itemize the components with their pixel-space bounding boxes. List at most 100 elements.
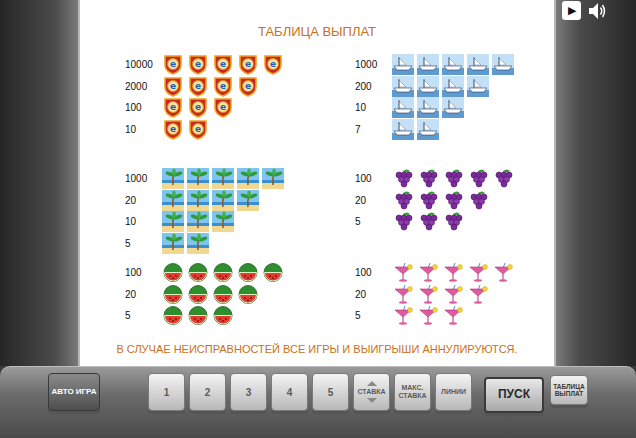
payout-row: 10ee [125, 119, 355, 141]
shield-icon: e [212, 54, 234, 75]
svg-text:e: e [245, 60, 251, 70]
paytable-button[interactable]: ТАБЛИЦА ВЫПЛАТ [550, 375, 588, 405]
ship-icon [392, 54, 414, 75]
lines-button[interactable]: ЛИНИИ [435, 373, 472, 411]
cocktail-icon [442, 284, 464, 305]
number-button[interactable]: 5 [312, 373, 349, 411]
payout-value: 100 [125, 267, 162, 278]
payout-row: 20 [355, 284, 555, 306]
payout-value: 20 [125, 195, 162, 206]
watermelon-icon [187, 262, 209, 283]
arrow-down-icon [367, 398, 377, 403]
symbol-set [162, 284, 259, 305]
number-button[interactable]: 4 [271, 373, 308, 411]
speaker-icon[interactable] [587, 1, 607, 21]
payout-value: 5 [125, 310, 162, 321]
watermelon-icon [162, 262, 184, 283]
ship-icon [392, 97, 414, 118]
payout-row: 20 [355, 190, 555, 212]
payout-value: 10 [125, 216, 162, 227]
symbol-set: eee [162, 97, 234, 118]
svg-text:e: e [270, 60, 276, 70]
cocktail-icon [492, 262, 514, 283]
shield-icon: e [212, 76, 234, 97]
payout-value: 5 [355, 216, 392, 227]
payout-value: 100 [355, 267, 392, 278]
play-button[interactable]: ▶ [562, 1, 581, 20]
ship-icon [417, 97, 439, 118]
palm-icon [162, 168, 184, 189]
payout-value: 1000 [355, 59, 392, 70]
symbol-set: eeeee [162, 54, 284, 75]
payout-row: 20 [125, 284, 355, 306]
palm-icon [162, 190, 184, 211]
palm-icon [162, 211, 184, 232]
shield-icon: e [187, 76, 209, 97]
symbol-set [392, 262, 514, 283]
palm-icon [187, 233, 209, 254]
ship-icon [467, 54, 489, 75]
svg-text:e: e [170, 103, 176, 113]
number-button[interactable]: 1 [148, 373, 185, 411]
paytable-grid: 10000eeeee2000eeee100eee10ee100020010710… [80, 54, 554, 327]
ship-icon [417, 76, 439, 97]
payout-row: 100 [355, 262, 555, 284]
svg-text:e: e [195, 103, 201, 113]
payout-row: 1000 [125, 168, 355, 190]
svg-text:e: e [195, 60, 201, 70]
grapes-icon [417, 190, 439, 211]
shield-icon: e [262, 54, 284, 75]
palm-icon [187, 190, 209, 211]
watermelon-icon [212, 284, 234, 305]
shield-icon: e [162, 97, 184, 118]
watermelon-icon [237, 262, 259, 283]
payout-value: 10 [355, 102, 392, 113]
svg-text:e: e [220, 60, 226, 70]
svg-text:e: e [220, 81, 226, 91]
grapes-icon [417, 211, 439, 232]
palm-icon [212, 211, 234, 232]
ship-icon [417, 119, 439, 140]
symbol-set: eeee [162, 76, 259, 97]
symbol-set [392, 284, 489, 305]
shield-icon: e [237, 76, 259, 97]
auto-button[interactable]: АВТО ИГРА [48, 373, 100, 411]
shield-icon: e [162, 54, 184, 75]
payout-row: 20 [125, 190, 355, 212]
payout-row: 10 [355, 97, 555, 119]
payout-row: 5 [125, 233, 355, 255]
max-button[interactable]: МАКС. СТАВКА [394, 373, 431, 411]
symbol-set [162, 168, 284, 189]
symbol-set [392, 119, 439, 140]
svg-text:e: e [245, 81, 251, 91]
svg-text:e: e [220, 103, 226, 113]
payout-value: 20 [355, 195, 392, 206]
watermelon-icon [262, 262, 284, 283]
shield-icon: e [187, 97, 209, 118]
symbol-group: 100 20 5 [125, 262, 355, 327]
symbol-set [162, 233, 209, 254]
cocktail-icon [442, 262, 464, 283]
symbol-set [392, 97, 464, 118]
payout-value: 2000 [125, 81, 162, 92]
spin-button[interactable]: ПУСК [484, 377, 544, 413]
watermelon-icon [187, 305, 209, 326]
paytable-title: ТАБЛИЦА ВЫПЛАТ [80, 24, 554, 40]
control-panel: АВТО ИГРА 12345СТАВКАМАКС. СТАВКАЛИНИИ ПУС… [0, 366, 636, 438]
grapes-icon [442, 211, 464, 232]
ship-icon [392, 119, 414, 140]
symbol-set [392, 190, 489, 211]
cocktail-icon [442, 305, 464, 326]
watermelon-icon [162, 284, 184, 305]
arrow-up-icon [367, 381, 377, 386]
symbol-set [162, 211, 234, 232]
shield-icon: e [237, 54, 259, 75]
number-button[interactable]: 2 [189, 373, 226, 411]
symbol-set [162, 190, 259, 211]
palm-icon [237, 190, 259, 211]
cocktail-icon [467, 284, 489, 305]
cocktail-icon [392, 284, 414, 305]
bet-button[interactable]: СТАВКА [353, 373, 390, 411]
cocktail-icon [417, 284, 439, 305]
number-button[interactable]: 3 [230, 373, 267, 411]
